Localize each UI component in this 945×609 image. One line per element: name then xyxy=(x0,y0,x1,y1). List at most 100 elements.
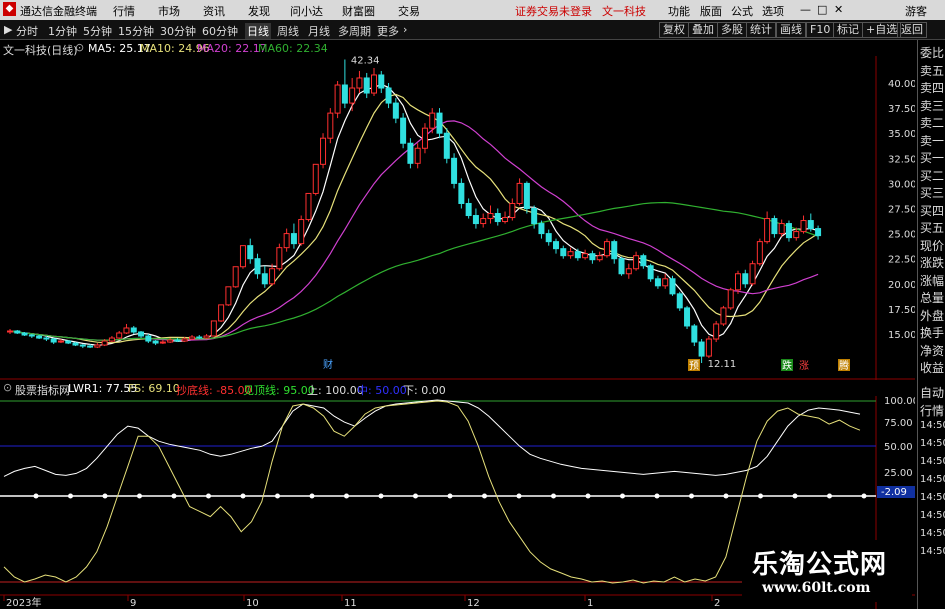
period-more[interactable]: 更多 xyxy=(377,23,399,39)
period-monthly[interactable]: 月线 xyxy=(308,23,330,39)
side-panel-item[interactable]: 现价 xyxy=(920,237,944,254)
side-panel-item[interactable]: 委比 xyxy=(920,44,944,61)
expand-icon[interactable]: ▶ xyxy=(4,23,12,36)
baseline-dot xyxy=(171,493,177,499)
x-axis-label: 2 xyxy=(714,598,720,609)
candle-body xyxy=(611,241,618,260)
f10-button[interactable]: F10 xyxy=(806,22,835,38)
settings-circle-icon[interactable]: ⊙ xyxy=(75,41,84,54)
login-notice[interactable]: 证券交易未登录 xyxy=(515,3,592,19)
baseline-dot xyxy=(344,493,349,499)
period-15min[interactable]: 15分钟 xyxy=(118,23,154,39)
overlay-button[interactable]: 叠加 xyxy=(688,22,718,38)
side-panel-item[interactable]: 卖二 xyxy=(920,114,944,131)
side-panel-item[interactable]: 买一 xyxy=(920,149,944,166)
side-panel-lower-item: 自动 xyxy=(920,386,945,400)
candle-body xyxy=(65,340,72,344)
candle-body xyxy=(633,255,640,270)
candle-body xyxy=(451,157,458,184)
candle-body xyxy=(371,74,377,94)
candle-body xyxy=(21,332,28,336)
side-panel-item[interactable]: 收益 xyxy=(920,359,944,376)
period-1min[interactable]: 1分钟 xyxy=(48,23,77,39)
side-panel-item[interactable]: 换手 xyxy=(920,324,944,341)
menu-wenxiaoda[interactable]: 问小达 xyxy=(290,3,323,19)
candle-body xyxy=(7,330,13,333)
side-panel-item[interactable]: 买三 xyxy=(920,184,944,201)
quote-side-panel: 委比 卖五 卖四 卖三 卖二 卖一 买一 买二 买三 买四 买五 现价 涨跌 涨幅 总量 外盘 换手 净资 收益 xyxy=(917,40,945,380)
event-marker-die[interactable]: 跌 xyxy=(782,359,792,372)
watermark-url: www.60lt.com xyxy=(762,580,871,596)
menu-banmian[interactable]: 版面 xyxy=(700,3,722,19)
menu-shichang[interactable]: 市场 xyxy=(158,3,180,19)
baseline-dot xyxy=(447,493,453,499)
back-button[interactable]: 返回 xyxy=(897,22,927,38)
mark-button[interactable]: 标记 xyxy=(833,22,863,38)
menu-caifuquan[interactable]: 财富圈 xyxy=(342,3,375,19)
stats-button[interactable]: 统计 xyxy=(746,22,776,38)
candle-body xyxy=(341,84,348,104)
menu-faxian[interactable]: 发现 xyxy=(248,3,270,19)
add-favorite-button[interactable]: +自选 xyxy=(862,22,902,38)
menu-hangqing[interactable]: 行情 xyxy=(113,3,135,19)
period-fenshi[interactable]: 分时 xyxy=(16,23,38,39)
indicator-settings-icon[interactable]: ⊙ xyxy=(3,381,12,394)
restore-icon[interactable]: □ xyxy=(817,3,827,16)
candle-body xyxy=(727,289,734,309)
side-panel-item[interactable]: 买二 xyxy=(920,167,944,184)
period-weekly[interactable]: 周线 xyxy=(277,23,299,39)
side-panel-item[interactable]: 外盘 xyxy=(920,307,944,324)
baseline-dot xyxy=(482,493,487,499)
candle-body xyxy=(305,192,312,221)
candle-body xyxy=(174,339,181,342)
draw-line-button[interactable]: 画线 xyxy=(776,22,806,38)
event-marker-yu[interactable]: 预 xyxy=(689,360,699,372)
close-icon[interactable]: ✕ xyxy=(834,3,843,16)
side-panel-item[interactable]: 买五 xyxy=(920,219,944,236)
menu-gongneng[interactable]: 功能 xyxy=(668,3,690,19)
candle-body xyxy=(742,273,749,285)
candle-body xyxy=(94,344,101,348)
candle-body xyxy=(57,340,64,343)
candle-body xyxy=(385,87,392,104)
candle-body xyxy=(785,223,792,239)
period-60min[interactable]: 60分钟 xyxy=(202,23,238,39)
minimize-icon[interactable]: — xyxy=(800,3,811,16)
side-panel-item[interactable]: 卖三 xyxy=(920,97,944,114)
candle-body xyxy=(684,307,691,327)
menu-zixun[interactable]: 资讯 xyxy=(203,3,225,19)
candle-body xyxy=(705,338,712,357)
candle-body xyxy=(502,217,509,223)
side-panel-item[interactable]: 涨幅 xyxy=(920,272,944,289)
guest-label[interactable]: 游客 xyxy=(905,3,927,19)
multi-stock-button[interactable]: 多股 xyxy=(717,22,747,38)
period-daily[interactable]: 日线 xyxy=(245,23,271,39)
fuquan-button[interactable]: 复权 xyxy=(659,22,689,38)
side-panel-item[interactable]: 买四 xyxy=(920,202,944,219)
side-panel-item[interactable]: 卖一 xyxy=(920,132,944,149)
candle-body xyxy=(465,202,472,217)
side-panel-item[interactable]: 涨跌 xyxy=(920,254,944,271)
menu-gongshi[interactable]: 公式 xyxy=(731,3,753,19)
candle-body xyxy=(749,263,756,285)
lwr1-line xyxy=(3,399,861,477)
baseline-dot xyxy=(654,493,660,499)
candle-body xyxy=(261,273,268,285)
candlestick-chart[interactable]: 40.00 37.50 35.00 32.50 30.00 27.50 25.00 22.50… xyxy=(0,56,915,380)
menu-jiaoyi[interactable]: 交易 xyxy=(398,3,420,19)
period-5min[interactable]: 5分钟 xyxy=(83,23,112,39)
side-panel-item[interactable]: 净资 xyxy=(920,342,944,359)
side-panel-item[interactable]: 总量 xyxy=(920,289,944,306)
period-multi[interactable]: 多周期 xyxy=(338,23,371,39)
event-marker-zhang[interactable]: 涨 xyxy=(799,360,809,372)
menu-xuanxiang[interactable]: 选项 xyxy=(762,3,784,19)
side-panel-item[interactable]: 卖五 xyxy=(920,62,944,79)
period-30min[interactable]: 30分钟 xyxy=(160,23,196,39)
candle-body xyxy=(50,338,57,343)
candle-body xyxy=(87,345,94,348)
event-marker-teng[interactable]: 腾 xyxy=(839,359,849,372)
event-marker-cai[interactable]: 财 xyxy=(323,358,333,371)
side-panel-item[interactable]: 卖四 xyxy=(920,79,944,96)
candle-body xyxy=(283,233,290,249)
chevron-down-icon[interactable]: › xyxy=(403,23,407,36)
